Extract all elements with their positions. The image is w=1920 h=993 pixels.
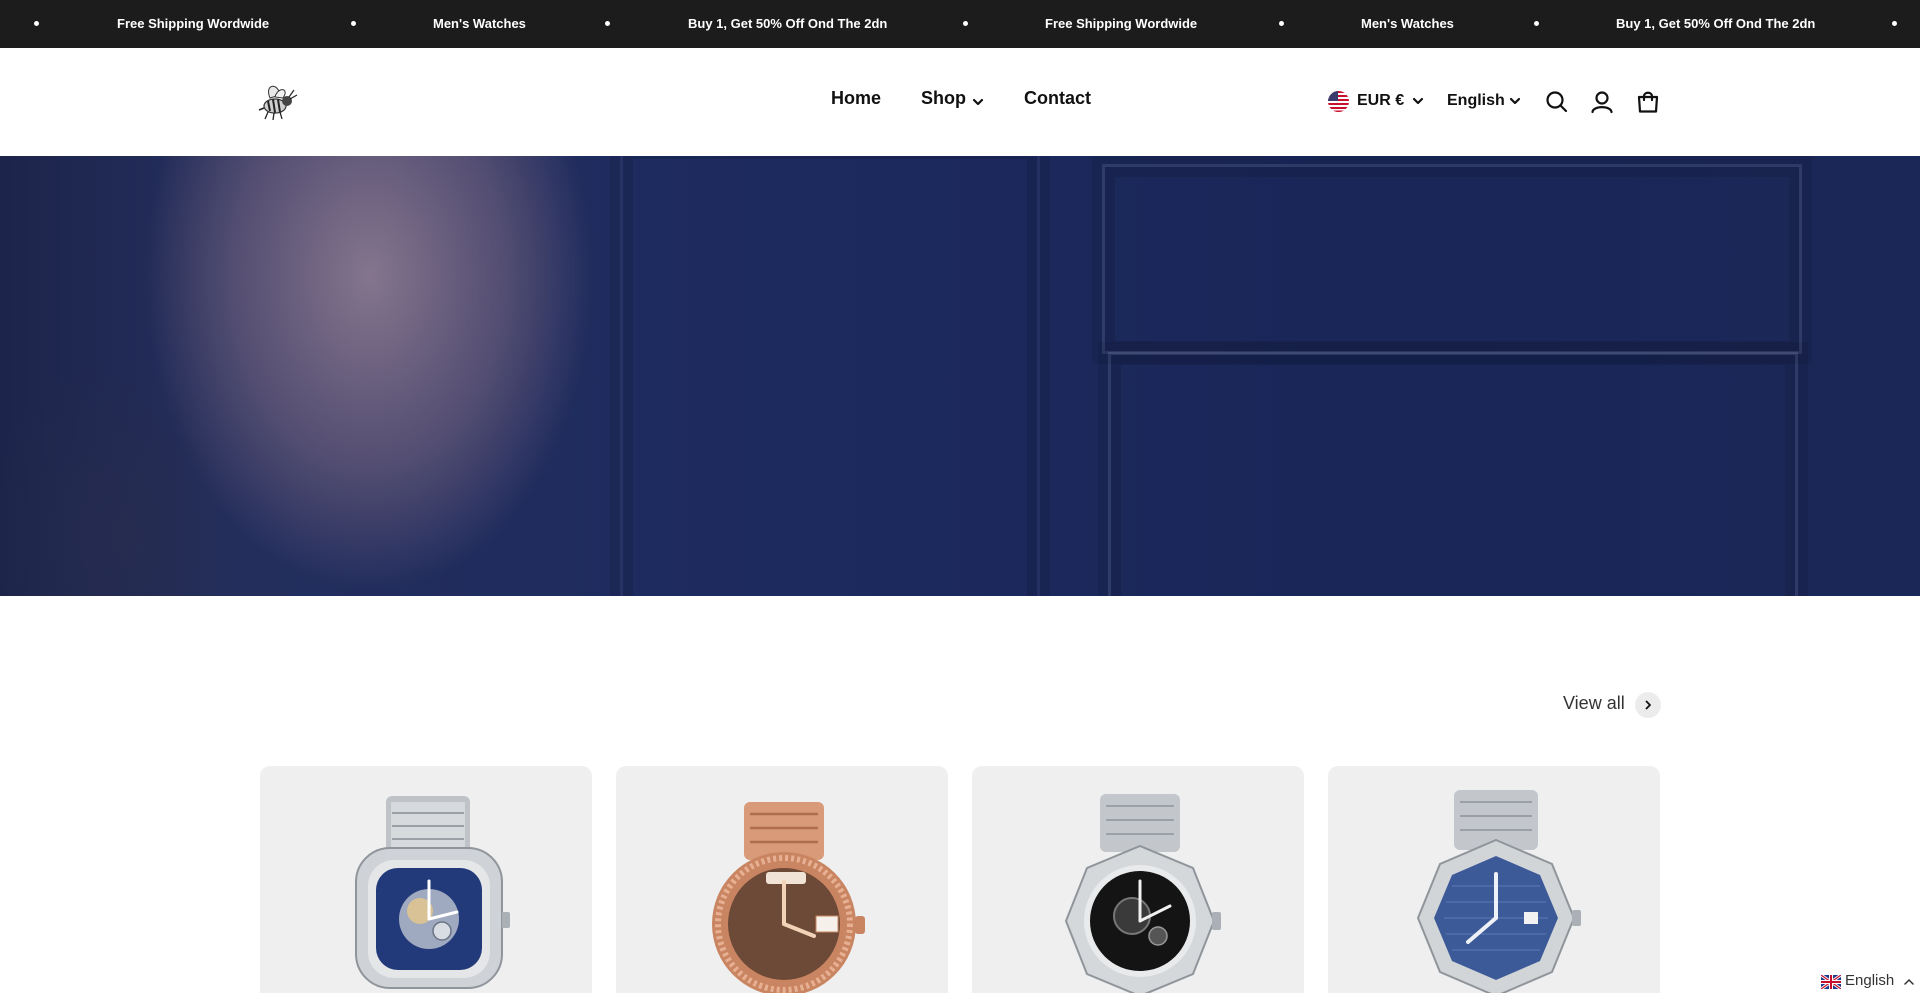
bullet-icon — [351, 21, 356, 26]
nav-shop[interactable]: Shop — [921, 88, 966, 109]
search-icon[interactable] — [1544, 89, 1570, 115]
bullet-icon — [1892, 21, 1897, 26]
bullet-icon — [963, 21, 968, 26]
chevron-up-icon — [1904, 978, 1914, 985]
product-card[interactable] — [260, 766, 592, 993]
chevron-right-icon — [1645, 700, 1651, 710]
hero-arm-image — [0, 156, 640, 596]
chevron-down-icon — [1509, 97, 1521, 105]
bee-logo-icon — [258, 85, 298, 121]
announcement-item: Buy 1, Get 50% Off Ond The 2dn — [1616, 16, 1816, 31]
view-all-link[interactable]: View all — [1563, 693, 1625, 714]
cart-icon[interactable] — [1635, 89, 1661, 115]
octagon-watch-blue-dial-icon — [1416, 790, 1581, 993]
us-flag-icon — [1328, 91, 1349, 112]
bullet-icon — [605, 21, 610, 26]
bullet-icon — [1279, 21, 1284, 26]
uk-flag-icon — [1821, 975, 1841, 989]
skeleton-watch-blue-dial-icon — [355, 796, 510, 989]
rose-gold-watch-brown-dial-icon — [712, 802, 865, 993]
view-all-button[interactable] — [1635, 692, 1661, 718]
announcement-item: Buy 1, Get 50% Off Ond The 2dn — [688, 16, 888, 31]
announcement-item: Men's Watches — [1361, 16, 1454, 31]
site-header: Home Shop Contact EUR € English — [0, 48, 1920, 156]
nav-contact[interactable]: Contact — [1024, 88, 1091, 109]
currency-selector[interactable]: EUR € — [1357, 92, 1404, 110]
skeleton-watch-black-dial-icon — [1064, 794, 1221, 993]
language-floater-label: English — [1845, 972, 1895, 989]
hero-banner — [0, 156, 1920, 596]
bullet-icon — [1534, 21, 1539, 26]
chevron-down-icon — [1412, 97, 1424, 105]
site-logo[interactable] — [256, 80, 302, 122]
announcement-bar: Free Shipping Wordwide Men's Watches Buy… — [0, 0, 1920, 48]
nav-home[interactable]: Home — [831, 88, 881, 109]
door-panel — [1108, 352, 1798, 596]
door-panel — [620, 156, 1040, 596]
account-icon[interactable] — [1589, 89, 1615, 115]
announcement-item: Men's Watches — [433, 16, 526, 31]
language-selector[interactable]: English — [1447, 92, 1505, 110]
door-panel — [1102, 164, 1802, 354]
announcement-item: Free Shipping Wordwide — [1045, 16, 1198, 31]
product-card[interactable] — [616, 766, 948, 993]
announcement-item: Free Shipping Wordwide — [117, 16, 270, 31]
product-card[interactable] — [1328, 766, 1660, 993]
product-card[interactable] — [972, 766, 1304, 993]
bullet-icon — [34, 21, 39, 26]
chevron-down-icon — [972, 98, 984, 106]
